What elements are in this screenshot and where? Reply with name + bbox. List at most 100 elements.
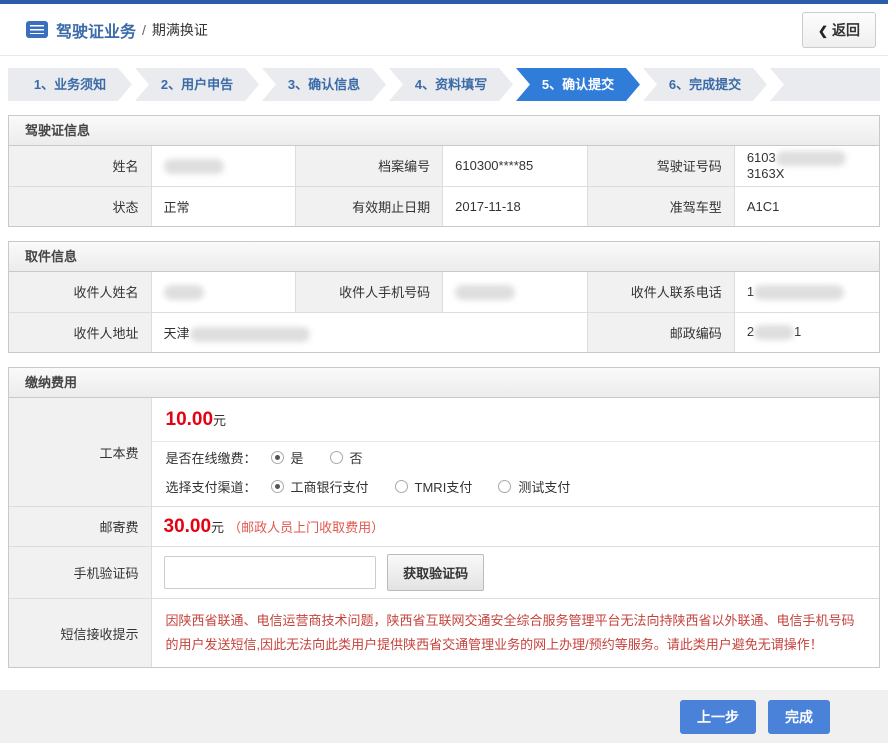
breadcrumb: 驾驶证业务 / 期满换证: [26, 18, 208, 42]
contact-phone-prefix: 1: [747, 284, 754, 299]
recipient-mobile-label: 收件人手机号码: [296, 272, 443, 312]
work-fee-unit: 元: [213, 413, 226, 428]
license-no-prefix: 6103: [747, 150, 776, 165]
captcha-input[interactable]: [164, 556, 376, 589]
radio-option-test[interactable]: 测试支付: [498, 477, 570, 496]
postage-fee-cell: 30.00元（邮政人员上门收取费用）: [151, 507, 879, 547]
step-tab-1[interactable]: 1、业务须知: [8, 68, 132, 101]
breadcrumb-separator: /: [142, 22, 146, 38]
postal-code-value: 21: [734, 312, 879, 352]
license-no-label: 驾驶证号码: [587, 146, 734, 186]
pickup-info-table: 收件人姓名 收件人手机号码 收件人联系电话 1 收件人地址 天津 邮政编码 21: [9, 272, 879, 352]
sms-tip-message: 因陕西省联通、电信运营商技术问题，陕西省互联网交通安全综合服务管理平台无法向持陕…: [166, 609, 866, 657]
radio-unselected-icon[interactable]: [498, 480, 511, 493]
work-fee-amount: 10.00: [166, 409, 214, 430]
step-tab-3[interactable]: 3、确认信息: [262, 68, 386, 101]
status-value: 正常: [151, 186, 296, 226]
page-title: 驾驶证业务: [56, 18, 136, 42]
radio-unselected-icon[interactable]: [330, 451, 343, 464]
contact-phone-label: 收件人联系电话: [587, 272, 734, 312]
radio-unselected-icon[interactable]: [395, 480, 408, 493]
footer-action-bar: 上一步 完成: [0, 690, 888, 743]
redacted-name: [164, 159, 224, 174]
back-button-label: 返回: [832, 22, 860, 38]
redacted-postal: [754, 325, 794, 340]
pay-channel-question: 选择支付渠道：: [166, 477, 257, 496]
recipient-name-label: 收件人姓名: [9, 272, 151, 312]
radio-selected-icon[interactable]: [271, 451, 284, 464]
online-pay-question-row: 是否在线缴费： 是 否: [152, 442, 880, 471]
table-row: 短信接收提示 因陕西省联通、电信运营商技术问题，陕西省互联网交通安全综合服务管理…: [9, 599, 879, 668]
page-header: 驾驶证业务 / 期满换证 ❮ 返回: [0, 4, 888, 56]
radio-option-label: 工商银行支付: [291, 477, 369, 496]
table-row: 邮寄费 30.00元（邮政人员上门收取费用）: [9, 507, 879, 547]
radio-option-icbc[interactable]: 工商银行支付: [271, 477, 369, 496]
address-label: 收件人地址: [9, 312, 151, 352]
finish-button[interactable]: 完成: [768, 700, 830, 734]
address-prefix: 天津: [164, 326, 190, 341]
recipient-name-value: [151, 272, 296, 312]
radio-option-no[interactable]: 否: [330, 448, 363, 467]
work-fee-amount-line: 10.00元: [152, 398, 880, 442]
license-no-value: 61033163X: [734, 146, 879, 186]
redacted-license-no: [776, 151, 846, 166]
license-info-section: 驾驶证信息 姓名 档案编号 610300****85 驾驶证号码 6103316…: [8, 115, 880, 227]
file-no-label: 档案编号: [296, 146, 443, 186]
postal-suffix: 1: [794, 324, 801, 339]
expiry-label: 有效期止日期: [296, 186, 443, 226]
work-fee-cell: 10.00元 是否在线缴费： 是 否 选择支付渠道： 工商银行支付 TMRI支付…: [151, 398, 879, 507]
radio-option-tmri[interactable]: TMRI支付: [395, 477, 473, 496]
name-label: 姓名: [9, 146, 151, 186]
radio-selected-icon[interactable]: [271, 480, 284, 493]
back-button[interactable]: ❮ 返回: [802, 12, 876, 48]
postal-code-label: 邮政编码: [587, 312, 734, 352]
radio-option-yes[interactable]: 是: [271, 448, 304, 467]
captcha-cell: 获取验证码: [151, 547, 879, 599]
sms-tip-cell: 因陕西省联通、电信运营商技术问题，陕西省互联网交通安全综合服务管理平台无法向持陕…: [151, 599, 879, 668]
license-info-table: 姓名 档案编号 610300****85 驾驶证号码 61033163X 状态 …: [9, 146, 879, 226]
recipient-mobile-value: [443, 272, 588, 312]
menu-list-icon: [26, 21, 48, 38]
table-row: 收件人地址 天津 邮政编码 21: [9, 312, 879, 352]
postage-fee-amount: 30.00: [164, 516, 212, 537]
redacted-address: [190, 327, 310, 342]
fees-section-title: 缴纳费用: [9, 368, 879, 398]
status-label: 状态: [9, 186, 151, 226]
step-progress-bar: 1、业务须知 2、用户申告 3、确认信息 4、资料填写 5、确认提交 6、完成提…: [8, 68, 880, 101]
redacted-contact-phone: [754, 285, 844, 300]
step-tab-5[interactable]: 5、确认提交: [516, 68, 640, 101]
table-row: 姓名 档案编号 610300****85 驾驶证号码 61033163X: [9, 146, 879, 186]
redacted-recipient-mobile: [455, 285, 515, 300]
pickup-info-section: 取件信息 收件人姓名 收件人手机号码 收件人联系电话 1 收件人地址 天津 邮政…: [8, 241, 880, 353]
pickup-section-title: 取件信息: [9, 242, 879, 272]
radio-option-label: 测试支付: [518, 477, 570, 496]
previous-step-button[interactable]: 上一步: [680, 700, 756, 734]
contact-phone-value: 1: [734, 272, 879, 312]
table-row: 手机验证码 获取验证码: [9, 547, 879, 599]
postal-prefix: 2: [747, 324, 754, 339]
page-subtitle: 期满换证: [152, 20, 208, 40]
vehicle-type-value: A1C1: [734, 186, 879, 226]
table-row: 收件人姓名 收件人手机号码 收件人联系电话 1: [9, 272, 879, 312]
step-tab-6[interactable]: 6、完成提交: [643, 68, 767, 101]
radio-option-label: 是: [291, 448, 304, 467]
step-tab-4[interactable]: 4、资料填写: [389, 68, 513, 101]
radio-option-label: TMRI支付: [415, 477, 473, 496]
captcha-label: 手机验证码: [9, 547, 151, 599]
step-bar-filler: [770, 68, 880, 101]
get-captcha-button[interactable]: 获取验证码: [387, 554, 484, 591]
postage-fee-label: 邮寄费: [9, 507, 151, 547]
postage-fee-note: （邮政人员上门收取费用）: [228, 520, 384, 535]
radio-option-label: 否: [350, 448, 363, 467]
fees-table: 工本费 10.00元 是否在线缴费： 是 否 选择支付渠道： 工商银行支付 TM…: [9, 398, 879, 667]
pay-channel-question-row: 选择支付渠道： 工商银行支付 TMRI支付 测试支付: [152, 471, 880, 506]
back-chevron-icon: ❮: [818, 24, 828, 38]
name-value: [151, 146, 296, 186]
online-pay-question: 是否在线缴费：: [166, 448, 257, 467]
table-row: 状态 正常 有效期止日期 2017-11-18 准驾车型 A1C1: [9, 186, 879, 226]
license-no-suffix: 3163X: [747, 166, 785, 181]
step-tab-2[interactable]: 2、用户申告: [135, 68, 259, 101]
expiry-value: 2017-11-18: [443, 186, 588, 226]
fees-section: 缴纳费用 工本费 10.00元 是否在线缴费： 是 否 选择支付渠道： 工商银行…: [8, 367, 880, 668]
address-value: 天津: [151, 312, 587, 352]
